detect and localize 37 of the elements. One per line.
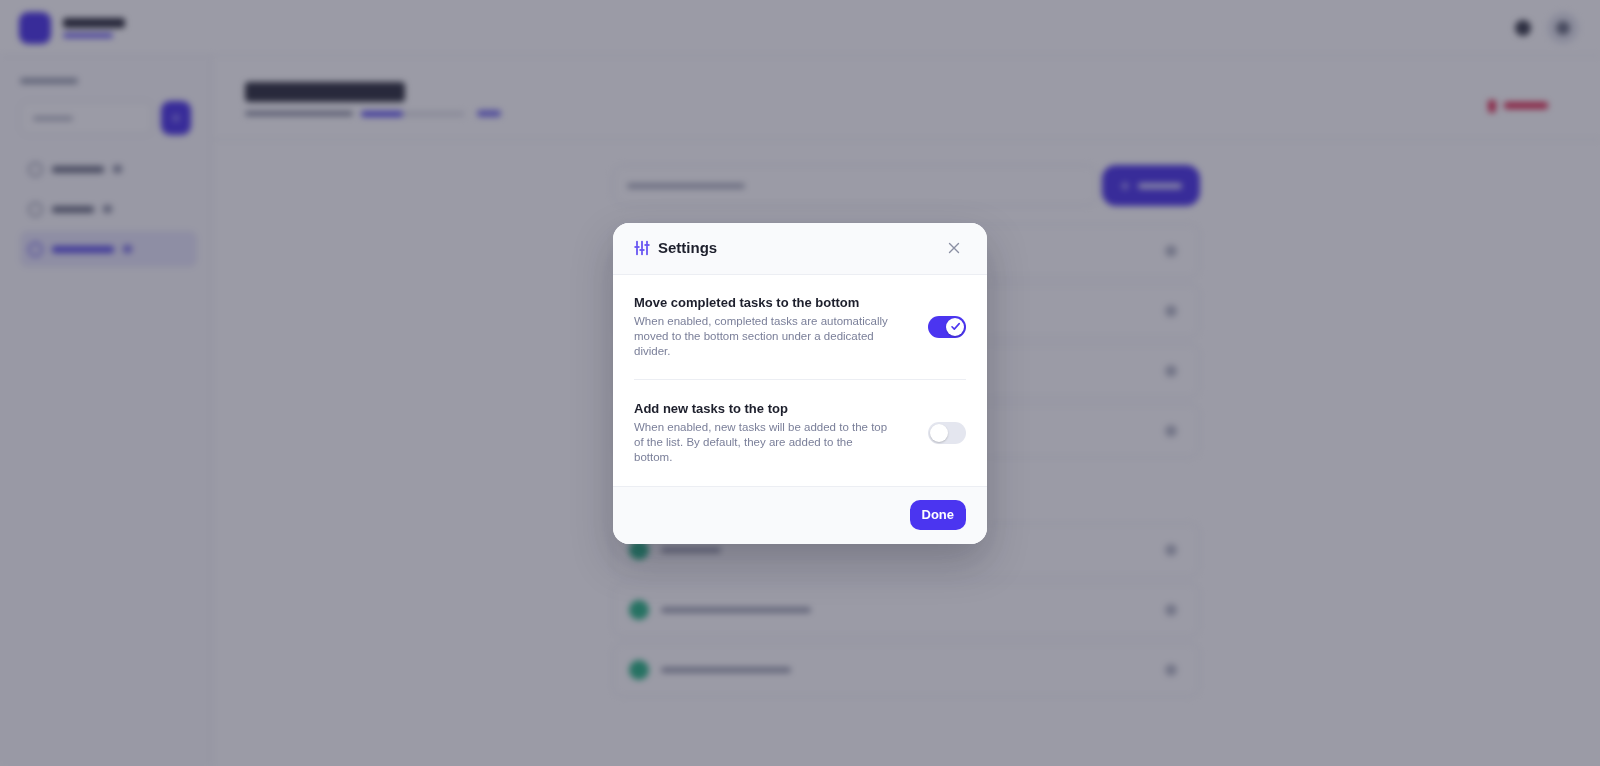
blurred-text [63, 17, 125, 28]
circle-icon[interactable] [1165, 305, 1177, 317]
blurred-text [63, 32, 113, 38]
setting-description: When enabled, completed tasks are automatically moved to the bottom section under a dedicated divider. [634, 313, 889, 359]
add-list-button[interactable] [161, 101, 191, 135]
trash-icon [1486, 98, 1498, 113]
circle-icon[interactable] [1165, 664, 1177, 676]
blurred-text [661, 547, 721, 553]
blurred-text [477, 110, 501, 117]
blurred-text [103, 205, 112, 213]
add-task-button[interactable] [1102, 165, 1200, 206]
blurred-text [52, 165, 104, 173]
circle-icon [1515, 19, 1531, 36]
blurred-text [113, 165, 122, 173]
blurred-text [1138, 182, 1182, 189]
toggle-switch[interactable] [928, 421, 966, 444]
circle-icon[interactable] [1165, 425, 1177, 437]
blurred-text [1504, 102, 1548, 109]
circle-icon[interactable] [1165, 365, 1177, 377]
close-icon [948, 242, 960, 254]
check-icon [949, 321, 961, 332]
circle-icon[interactable] [1165, 544, 1177, 556]
done-button[interactable]: Done [909, 500, 966, 530]
sliders-icon [634, 240, 650, 256]
setting-title: Move completed tasks to the bottom [634, 294, 861, 311]
blurred-text [123, 245, 132, 253]
blurred-text [52, 205, 94, 213]
logo-tile [19, 11, 51, 44]
circle-icon[interactable] [1165, 604, 1177, 616]
circle-icon [1556, 20, 1570, 35]
blurred-text [52, 245, 114, 253]
setting-title: Add new tasks to the top [634, 400, 789, 417]
circle-icon[interactable] [1165, 245, 1177, 257]
toggle-switch[interactable] [928, 315, 966, 338]
setting-description: When enabled, new tasks will be added to the top of the list. By default, they are added to the bottom. [634, 419, 889, 465]
dialog-title: Settings [658, 237, 718, 258]
blurred-text [20, 78, 78, 84]
